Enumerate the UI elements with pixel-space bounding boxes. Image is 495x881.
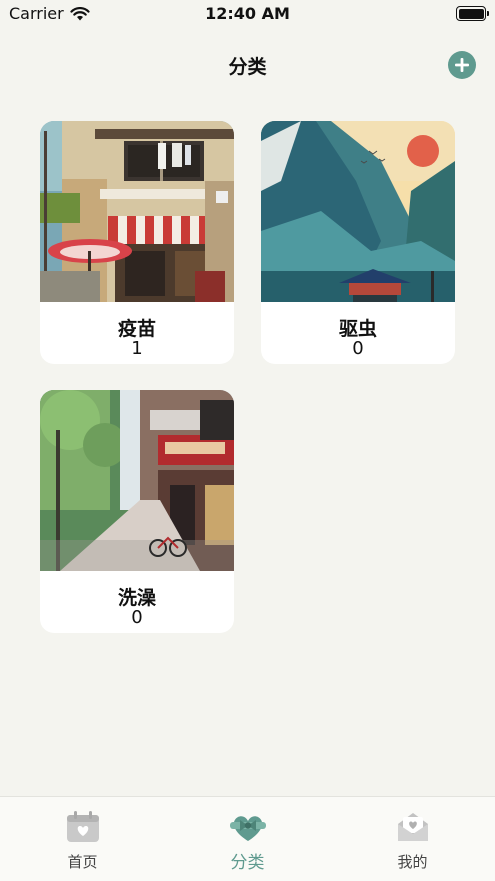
tab-mine[interactable]: 我的 [330, 797, 495, 881]
tab-label: 首页 [67, 853, 98, 871]
carrier-label: Carrier [9, 4, 64, 23]
tab-label: 分类 [230, 853, 265, 873]
category-name: 洗澡 [117, 587, 156, 609]
calendar-heart-icon [66, 811, 99, 842]
heart-bow-icon [229, 816, 266, 841]
plus-icon [455, 58, 469, 72]
battery-icon [456, 6, 489, 21]
category-count: 0 [131, 607, 143, 628]
category-name: 驱虫 [338, 318, 377, 340]
category-count: 0 [352, 338, 364, 359]
wifi-icon [70, 6, 90, 20]
tab-label: 我的 [397, 853, 428, 871]
carrier-indicator: Carrier [9, 4, 90, 23]
tab-category[interactable]: 分类 [165, 797, 330, 881]
category-card-bathing[interactable]: 洗澡 0 [40, 390, 234, 633]
category-screen: Carrier 12:40 AM 分类 疫苗 1 驱虫 0 洗澡 0 首页 分类… [0, 0, 495, 881]
category-card-vaccine[interactable]: 疫苗 1 [40, 121, 234, 364]
tab-bar: 首页 分类 我的 [0, 796, 495, 881]
category-count: 1 [131, 338, 143, 359]
add-category-button[interactable] [448, 51, 476, 79]
city-street-image [40, 390, 234, 571]
page-title: 分类 [228, 56, 267, 78]
category-card-deworming[interactable]: 驱虫 0 [261, 121, 455, 364]
envelope-heart-icon [397, 813, 428, 841]
tab-home[interactable]: 首页 [0, 797, 165, 881]
category-name: 疫苗 [117, 318, 156, 340]
street-shop-image [40, 121, 234, 302]
status-bar: Carrier 12:40 AM [0, 0, 495, 30]
mountain-temple-image [261, 121, 455, 302]
